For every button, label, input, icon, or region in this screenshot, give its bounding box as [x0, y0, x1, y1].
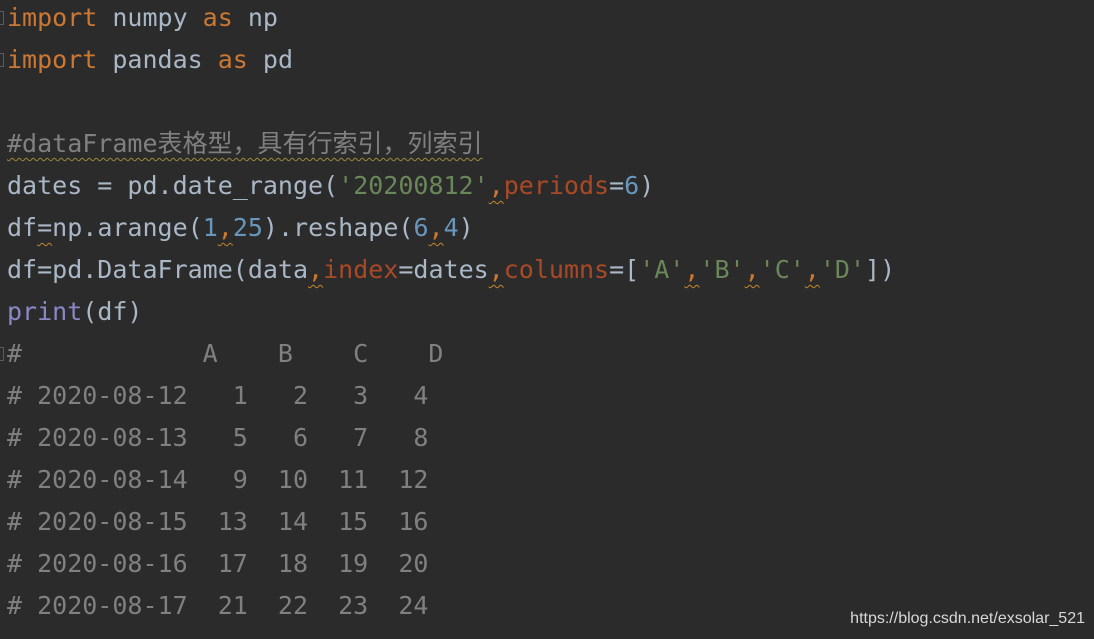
keyword: import: [7, 45, 98, 74]
code-text: =dates: [398, 255, 489, 284]
code-text: ]): [865, 255, 896, 284]
keyword: import: [7, 3, 98, 32]
keyword: as: [202, 3, 233, 32]
code-text: (df): [82, 297, 143, 326]
code-text: df: [7, 213, 38, 242]
keyword: as: [217, 45, 248, 74]
param-name: columns: [503, 255, 610, 284]
code-text: =: [609, 171, 625, 200]
code-line-7[interactable]: df=pd.DataFrame(data,index=dates,columns…: [7, 249, 895, 291]
output-header-comment[interactable]: # A B C D: [7, 333, 444, 375]
code-line-2[interactable]: import pandas as pd: [7, 39, 293, 81]
code-text: np: [232, 3, 278, 32]
output-row-comment[interactable]: # 2020-08-14 9 10 11 12: [7, 459, 428, 501]
code-text: ): [458, 213, 474, 242]
code-comment: #dataFrame表格型，具有行索引，列索引: [7, 129, 483, 158]
code-line-5[interactable]: dates = pd.date_range('20200812',periods…: [7, 165, 654, 207]
comma: ,: [488, 255, 504, 284]
code-line-8[interactable]: print(df): [7, 291, 142, 333]
code-line-4[interactable]: #dataFrame表格型，具有行索引，列索引: [7, 123, 483, 165]
comma: ,: [804, 255, 820, 284]
string-literal: 'A': [639, 255, 685, 284]
comma: ,: [744, 255, 760, 284]
code-text: ): [639, 171, 655, 200]
code-text: =[: [609, 255, 640, 284]
comma: ,: [217, 213, 233, 242]
string-literal: '20200812': [338, 171, 489, 200]
code-text: df=pd.DataFrame(data: [7, 255, 309, 284]
code-text: np.arange(: [52, 213, 203, 242]
comma: ,: [684, 255, 700, 284]
watermark: https://blog.csdn.net/exsolar_521: [850, 610, 1085, 627]
code-text: pd: [247, 45, 293, 74]
string-literal: 'B': [699, 255, 745, 284]
output-row-comment[interactable]: # 2020-08-13 5 6 7 8: [7, 417, 428, 459]
param-name: index: [323, 255, 399, 284]
param-name: periods: [503, 171, 610, 200]
code-text: dates = pd.date_range(: [7, 171, 339, 200]
fold-marker-icon[interactable]: [0, 347, 4, 361]
output-row-comment[interactable]: # 2020-08-17 21 22 23 24: [7, 585, 428, 627]
number-literal: 6: [624, 171, 640, 200]
comma: ,: [488, 171, 504, 200]
builtin-function: print: [7, 297, 83, 326]
number-literal: 25: [232, 213, 263, 242]
operator: =: [37, 213, 53, 242]
code-text: pandas: [97, 45, 218, 74]
fold-marker-icon[interactable]: [0, 11, 4, 25]
code-text: ).reshape(: [262, 213, 414, 242]
fold-marker-icon[interactable]: [0, 53, 4, 67]
number-literal: 1: [202, 213, 218, 242]
code-text: numpy: [97, 3, 203, 32]
code-line-1[interactable]: import numpy as np: [7, 0, 278, 39]
number-literal: 4: [443, 213, 459, 242]
string-literal: 'C': [759, 255, 805, 284]
string-literal: 'D': [819, 255, 866, 284]
comma: ,: [308, 255, 324, 284]
code-editor[interactable]: import numpy as np import pandas as pd #…: [0, 0, 1094, 639]
code-line-6[interactable]: df=np.arange(1,25).reshape(6,4): [7, 207, 474, 249]
number-literal: 6: [413, 213, 429, 242]
output-row-comment[interactable]: # 2020-08-15 13 14 15 16: [7, 501, 428, 543]
comma: ,: [428, 213, 444, 242]
output-row-comment[interactable]: # 2020-08-16 17 18 19 20: [7, 543, 428, 585]
output-row-comment[interactable]: # 2020-08-12 1 2 3 4: [7, 375, 428, 417]
